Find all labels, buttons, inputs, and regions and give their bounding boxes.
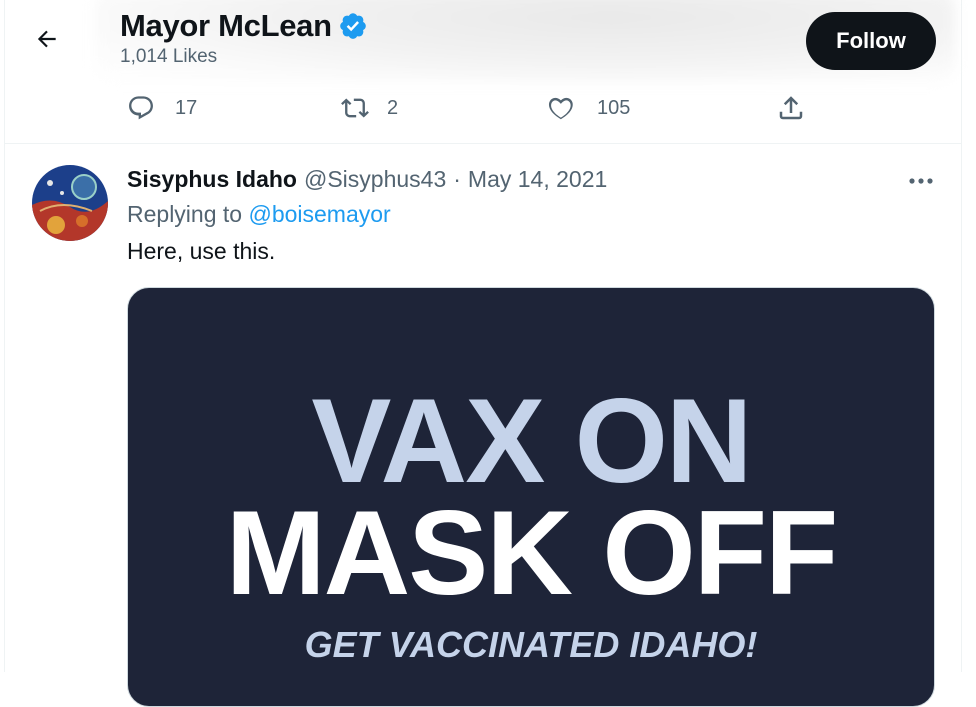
profile-title-row: Mayor McLean [120,8,368,44]
media-tagline: GET VACCINATED IDAHO! [304,624,758,665]
media-headline-2: MASK OFF [225,486,839,620]
replying-prefix: Replying to [127,201,243,227]
like-action[interactable]: 105 [547,88,630,128]
share-icon [779,96,803,120]
reply-count: 17 [175,96,198,119]
display-name[interactable]: Sisyphus Idaho [127,166,297,193]
page-header: Mayor McLean 1,014 Likes Follow [0,0,976,84]
retweet-icon [341,98,369,118]
profile-likes-count: 1,014 Likes [120,46,218,67]
tweet-date[interactable]: May 14, 2021 [468,166,607,193]
more-icon [909,178,933,184]
tweet-header: Sisyphus Idaho @Sisyphus43 · May 14, 202… [127,166,607,193]
tweet-media-image[interactable]: VAX ON MASK OFF GET VACCINATED IDAHO! [127,287,935,707]
like-icon [548,97,573,120]
back-arrow-icon [37,30,56,48]
retweet-action[interactable]: 2 [339,88,398,128]
tweet-text: Here, use this. [127,238,276,264]
more-options-button[interactable] [906,168,936,194]
follow-button[interactable]: Follow [806,12,936,70]
tweet-action-bar: 17 2 105 [0,88,976,132]
tweet-divider [4,143,962,144]
reply-icon [129,96,153,120]
retweet-count: 2 [387,96,399,119]
user-handle[interactable]: @Sisyphus43 [304,166,446,193]
reply-action[interactable]: 17 [127,88,197,128]
avatar[interactable] [32,165,108,241]
back-button[interactable] [30,22,64,56]
avatar-image [32,165,108,241]
share-action[interactable] [776,88,806,128]
separator-dot: · [453,166,461,192]
replying-to-line: Replying to @boisemayor [127,201,391,228]
like-count: 105 [597,96,631,119]
page-title: Mayor McLean [120,8,332,43]
mention-link[interactable]: @boisemayor [248,201,390,227]
verified-badge-icon [339,13,366,39]
